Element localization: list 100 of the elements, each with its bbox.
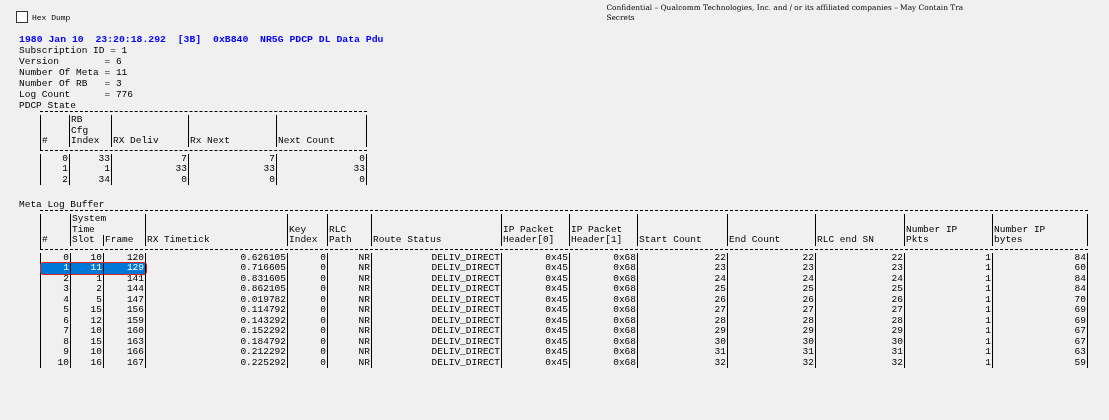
column-header: Route Status — [372, 214, 502, 246]
log-field: Subscription ID = 1 — [16, 45, 1109, 56]
row-selection[interactable]: 10 16 167 — [41, 357, 146, 368]
column-header: Rx Next — [189, 115, 277, 147]
table-cell: 144 — [104, 284, 146, 295]
table-cell: 0x45 — [502, 284, 570, 295]
table-cell: 63 — [993, 347, 1088, 358]
table-cell: 0x45 — [502, 357, 570, 368]
row-selection[interactable]: 5 15 156 — [41, 305, 146, 316]
table-cell: 27 — [728, 305, 816, 316]
table-cell: 1 — [905, 263, 993, 274]
table-cell: 33 — [112, 164, 189, 175]
table-cell: 2 — [41, 174, 70, 185]
table-cell: 0x45 — [502, 273, 570, 284]
table-cell: 166 — [104, 347, 146, 358]
table-cell: 0x45 — [502, 326, 570, 337]
table-cell: 59 — [993, 357, 1088, 368]
table-cell: 1 — [905, 326, 993, 337]
table-cell: 0x45 — [502, 315, 570, 326]
column-header: Next Count — [277, 115, 367, 147]
row-selection[interactable]: 2 1 141 — [41, 273, 146, 284]
hex-dump-checkbox[interactable]: Hex Dump — [16, 11, 71, 23]
table-cell: 129 — [104, 263, 146, 274]
table-cell: NR — [328, 294, 372, 305]
table-cell: 0x68 — [570, 252, 638, 263]
row-selection[interactable]: 8 15 163 — [41, 336, 146, 347]
column-header: RLC Path — [328, 214, 372, 246]
table-cell: 67 — [993, 326, 1088, 337]
table-cell: 34 — [70, 174, 112, 185]
row-selection[interactable]: 3 2 144 — [41, 284, 146, 295]
table-cell: DELIV_DIRECT — [372, 273, 502, 284]
table-cell: 32 — [728, 357, 816, 368]
row-selection[interactable]: 1 11 129 — [41, 263, 146, 274]
table-cell: 4 — [41, 294, 71, 305]
column-header: End Count — [728, 214, 816, 246]
table-cell: 0.626105 — [146, 252, 288, 263]
table-cell: 29 — [638, 326, 728, 337]
table-cell: DELIV_DIRECT — [372, 263, 502, 274]
table-cell: 0.019782 — [146, 294, 288, 305]
table-cell: 69 — [993, 305, 1088, 316]
section-title: PDCP State — [18, 100, 77, 111]
table-cell: 24 — [638, 273, 728, 284]
table-cell: 22 — [816, 252, 905, 263]
table-cell: 7 — [112, 153, 189, 164]
table-cell: 3 — [41, 284, 71, 295]
table-cell: 0 — [288, 284, 328, 295]
table-cell: 22 — [638, 252, 728, 263]
row-selection[interactable]: 4 5 147 — [41, 294, 146, 305]
table-cell: 33 — [70, 153, 112, 164]
table-cell: 0x68 — [570, 357, 638, 368]
row-selection[interactable]: 6 12 159 — [41, 315, 146, 326]
table-cell: 1 — [71, 273, 104, 284]
table-cell: 0 — [277, 153, 367, 164]
table-cell: 0x68 — [570, 326, 638, 337]
table-cell: DELIV_DIRECT — [372, 326, 502, 337]
table-cell: 23 — [638, 263, 728, 274]
table-cell: 5 — [71, 294, 104, 305]
table-cell: 0x68 — [570, 263, 638, 274]
table-cell: 32 — [638, 357, 728, 368]
table-cell: 26 — [816, 294, 905, 305]
table-cell: 0 — [41, 153, 70, 164]
table-cell: 25 — [728, 284, 816, 295]
table-cell: 15 — [71, 305, 104, 316]
table-cell: NR — [328, 284, 372, 295]
table-cell: 1 — [41, 263, 71, 274]
table-cell: 2 — [41, 273, 71, 284]
column-header: RLC end SN — [816, 214, 905, 246]
table-cell: 16 — [71, 357, 104, 368]
table-cell: 28 — [816, 315, 905, 326]
table-cell: 9 — [41, 347, 71, 358]
log-field: Version = 6 — [16, 56, 1109, 67]
table-cell: 7 — [41, 326, 71, 337]
column-header: Start Count — [638, 214, 728, 246]
table-cell: 84 — [993, 284, 1088, 295]
table-cell: 0 — [288, 294, 328, 305]
table-cell: 0 — [288, 305, 328, 316]
table-cell: 28 — [728, 315, 816, 326]
table-cell: 0.152292 — [146, 326, 288, 337]
column-header: Number IP bytes — [993, 214, 1088, 246]
table-cell: 0 — [277, 174, 367, 185]
table-cell: 10 — [71, 347, 104, 358]
table-cell: DELIV_DIRECT — [372, 294, 502, 305]
table-cell: 1 — [905, 284, 993, 295]
table-cell: 0x45 — [502, 263, 570, 274]
table-cell: 0x68 — [570, 273, 638, 284]
table-cell: 0.716605 — [146, 263, 288, 274]
table-cell: 31 — [816, 347, 905, 358]
table-cell: 0x45 — [502, 252, 570, 263]
table-cell: 26 — [728, 294, 816, 305]
table-cell: DELIV_DIRECT — [372, 284, 502, 295]
table-cell: 30 — [638, 336, 728, 347]
table-cell: 0 — [288, 252, 328, 263]
table-cell: NR — [328, 315, 372, 326]
table-cell: 0.831605 — [146, 273, 288, 284]
table-cell: 29 — [816, 326, 905, 337]
table-cell: 147 — [104, 294, 146, 305]
row-selection[interactable]: 7 10 160 — [41, 326, 146, 337]
table-cell: 1 — [905, 294, 993, 305]
row-selection[interactable]: 9 10 166 — [41, 347, 146, 358]
table-cell: 27 — [638, 305, 728, 316]
